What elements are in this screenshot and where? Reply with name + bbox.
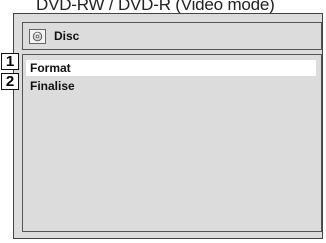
callout-2: 2 xyxy=(1,73,19,90)
disc-menu-screen: Disc Format Finalise xyxy=(13,13,323,239)
callout-1: 1 xyxy=(1,53,19,70)
menu-title: Disc xyxy=(54,29,80,43)
title-bar: Disc xyxy=(22,22,322,50)
manual-illustration: DVD-RW / DVD-R (Video mode) Disc Format … xyxy=(0,0,326,243)
disc-icon xyxy=(29,28,46,44)
menu-item-label: Finalise xyxy=(30,79,75,93)
menu-item-label: Format xyxy=(30,61,71,75)
menu-item-finalise[interactable]: Finalise xyxy=(26,78,316,94)
menu-list: Format Finalise xyxy=(22,54,322,232)
menu-item-format[interactable]: Format xyxy=(26,60,316,76)
